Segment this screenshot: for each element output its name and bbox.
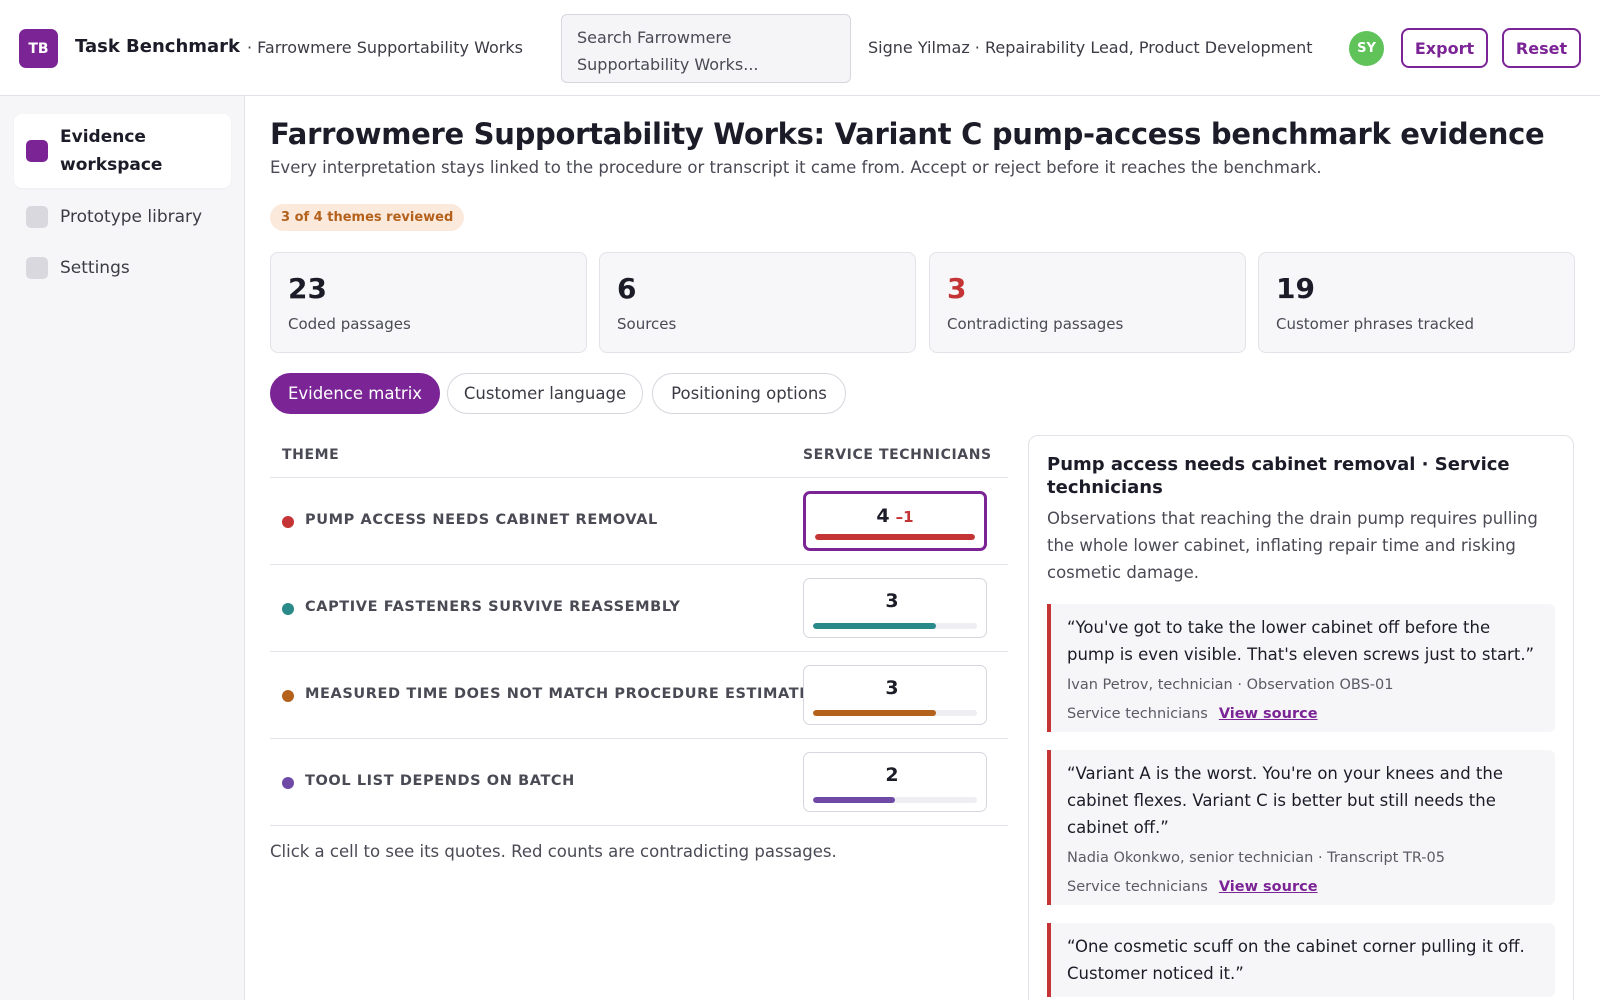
stat-label: Sources	[617, 315, 677, 333]
tab-customer-language[interactable]: Customer language	[447, 373, 643, 414]
matrix-header: THEME SERVICE TECHNICIANS	[270, 437, 1008, 478]
view-source-link[interactable]: View source	[1219, 706, 1318, 722]
matrix-row: MEASURED TIME DOES NOT MATCH PROCEDURE E…	[270, 652, 1008, 739]
quote-attribution: Ivan Petrov, technician · Observation OB…	[1067, 677, 1394, 693]
evidence-cell[interactable]: 3	[803, 578, 987, 638]
quote-group: Service technicians	[1067, 706, 1208, 722]
workspace-icon	[26, 140, 48, 162]
stat-card-customer-phrases: 19 Customer phrases tracked	[1258, 252, 1575, 353]
sidebar: Evidence workspace Prototype library Set…	[0, 96, 245, 1000]
evidence-cell[interactable]: 3	[803, 665, 987, 725]
evidence-matrix: THEME SERVICE TECHNICIANS PUMP ACCESS NE…	[270, 437, 1008, 861]
user-info: Signe Yilmaz · Repairability Lead, Produ…	[868, 38, 1313, 57]
stat-label: Contradicting passages	[947, 315, 1124, 333]
theme-label: PUMP ACCESS NEEDS CABINET REMOVAL	[305, 512, 658, 528]
quote-text: “One cosmetic scuff on the cabinet corne…	[1067, 937, 1525, 983]
sidebar-item-label: Prototype library	[60, 207, 203, 227]
count-bar-fill	[815, 534, 975, 540]
count-bar-track	[813, 623, 977, 629]
matrix-row: PUMP ACCESS NEEDS CABINET REMOVAL 4 –1	[270, 478, 1008, 565]
matrix-row: TOOL LIST DEPENDS ON BATCH 2	[270, 739, 1008, 826]
count-bar-fill	[813, 710, 936, 716]
stat-card-sources: 6 Sources	[599, 252, 916, 353]
theme-label: CAPTIVE FASTENERS SURVIVE REASSEMBLY	[305, 599, 681, 615]
cell-count: 3	[885, 590, 899, 612]
evidence-cell[interactable]: 4 –1	[803, 491, 987, 551]
quote-footer: Service technicians View source	[1067, 706, 1539, 722]
library-icon	[26, 206, 48, 228]
stat-label: Customer phrases tracked	[1276, 315, 1475, 333]
theme-color-dot	[282, 516, 294, 528]
tab-positioning-options[interactable]: Positioning options	[652, 373, 846, 414]
contradicting-count: –1	[895, 508, 914, 526]
top-bar: TB Task Benchmark · Farrowmere Supportab…	[0, 0, 1600, 96]
theme-label: TOOL LIST DEPENDS ON BATCH	[305, 773, 575, 789]
theme-color-dot	[282, 690, 294, 702]
matrix-hint: Click a cell to see its quotes. Red coun…	[270, 842, 837, 861]
matrix-row: CAPTIVE FASTENERS SURVIVE REASSEMBLY 3	[270, 565, 1008, 652]
theme-label: MEASURED TIME DOES NOT MATCH PROCEDURE E…	[305, 686, 810, 702]
settings-icon	[26, 257, 48, 279]
export-button[interactable]: Export	[1401, 28, 1488, 68]
stat-card-contradicting-passages: 3 Contradicting passages	[929, 252, 1246, 353]
app-logo[interactable]: TB	[19, 29, 58, 68]
quote-group: Service technicians	[1067, 879, 1208, 895]
count-bar-fill	[813, 797, 895, 803]
panel-description: Observations that reaching the drain pum…	[1047, 509, 1538, 582]
cell-count: 4 –1	[876, 505, 914, 527]
stat-label: Coded passages	[288, 315, 411, 333]
stat-value: 19	[1276, 272, 1315, 305]
org-breadcrumb[interactable]: · Farrowmere Supportability Works	[247, 38, 523, 57]
sidebar-item-settings[interactable]: Settings	[14, 246, 231, 290]
count-bar-track	[813, 797, 977, 803]
count-bar-track	[813, 710, 977, 716]
quote-card: “You've got to take the lower cabinet of…	[1047, 604, 1555, 732]
quote-panel: Pump access needs cabinet removal · Serv…	[1028, 435, 1574, 1000]
theme-color-dot	[282, 603, 294, 615]
stat-card-coded-passages: 23 Coded passages	[270, 252, 587, 353]
panel-title: Pump access needs cabinet removal · Serv…	[1047, 454, 1510, 498]
review-progress-badge: 3 of 4 themes reviewed	[270, 204, 465, 231]
page-title: Farrowmere Supportability Works: Variant…	[270, 117, 1545, 151]
quote-text: “You've got to take the lower cabinet of…	[1067, 618, 1535, 664]
quote-text: “Variant A is the worst. You're on your …	[1067, 764, 1503, 837]
sidebar-item-prototype-library[interactable]: Prototype library	[14, 195, 231, 239]
quote-card: “Variant A is the worst. You're on your …	[1047, 750, 1555, 905]
stat-value: 23	[288, 272, 327, 305]
avatar[interactable]: SY	[1349, 31, 1384, 66]
count-bar-fill	[813, 623, 936, 629]
sidebar-item-label: Evidence workspace	[60, 127, 163, 175]
sidebar-item-label: Settings	[60, 258, 130, 278]
quote-card: “One cosmetic scuff on the cabinet corne…	[1047, 923, 1555, 997]
quote-footer: Service technicians View source	[1067, 879, 1539, 895]
count-bar-track	[815, 534, 975, 540]
reset-button[interactable]: Reset	[1502, 28, 1581, 68]
app-name: Task Benchmark	[75, 36, 241, 57]
quote-attribution: Nadia Okonkwo, senior technician · Trans…	[1067, 850, 1445, 866]
stat-value: 6	[617, 272, 637, 305]
theme-color-dot	[282, 777, 294, 789]
theme-column-header: THEME	[282, 447, 340, 463]
tab-evidence-matrix[interactable]: Evidence matrix	[270, 373, 440, 414]
cell-count: 3	[885, 677, 899, 699]
cell-count: 2	[885, 764, 899, 786]
stat-value: 3	[947, 272, 967, 305]
page-subtitle: Every interpretation stays linked to the…	[270, 158, 1322, 177]
evidence-cell[interactable]: 2	[803, 752, 987, 812]
view-source-link[interactable]: View source	[1219, 879, 1318, 895]
group-column-header: SERVICE TECHNICIANS	[803, 447, 992, 463]
sidebar-item-evidence-workspace[interactable]: Evidence workspace	[14, 114, 231, 188]
search-input[interactable]: Search Farrowmere Supportability Works..…	[561, 14, 851, 83]
